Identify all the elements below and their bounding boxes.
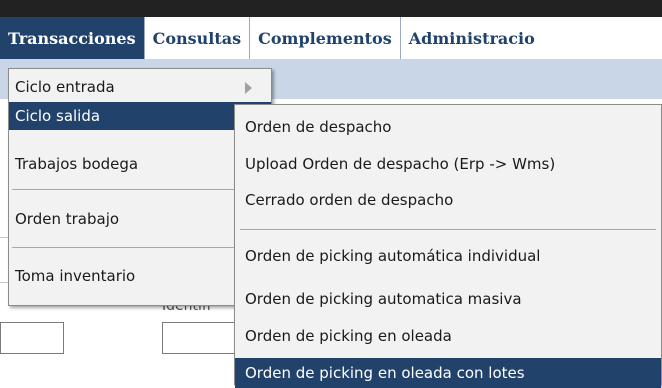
text-input[interactable] [0,322,64,354]
submenu-item-upload-orden-despacho[interactable]: Upload Orden de despacho (Erp -> Wms) [235,149,661,179]
menu-consultas[interactable]: Consultas [145,17,251,59]
menu-item-orden-trabajo[interactable]: Orden trabajo [9,205,271,233]
menu-item-ciclo-entrada[interactable]: Ciclo entrada [9,73,271,101]
submenu-item-orden-despacho[interactable]: Orden de despacho [235,112,661,142]
chevron-right-icon [245,82,252,94]
menu-transacciones[interactable]: Transacciones [0,17,145,59]
identification-input[interactable] [162,322,236,354]
menu-separator [12,247,266,248]
transacciones-dropdown: Ciclo entrada Ciclo salida Trabajos bode… [8,68,272,306]
menu-complementos[interactable]: Complementos [250,17,401,59]
menu-item-toma-inventario[interactable]: Toma inventario [9,262,271,290]
menu-administracion[interactable]: Administracio [401,17,543,59]
top-dark-bar [0,0,662,17]
menu-item-trabajos-bodega[interactable]: Trabajos bodega [9,150,271,178]
menu-item-ciclo-salida[interactable]: Ciclo salida [9,102,271,130]
main-menubar: Transacciones Consultas Complementos Adm… [0,17,662,59]
ciclo-salida-submenu: Orden de despacho Upload Orden de despac… [234,104,662,388]
submenu-item-picking-oleada[interactable]: Orden de picking en oleada [235,321,661,351]
submenu-item-picking-automatica-individual[interactable]: Orden de picking automática individual [235,241,661,271]
submenu-item-cerrado-orden-despacho[interactable]: Cerrado orden de despacho [235,185,661,215]
submenu-item-picking-oleada-lotes[interactable]: Orden de picking en oleada con lotes [235,358,661,388]
menu-item-label: Ciclo entrada [15,78,115,96]
submenu-item-picking-automatica-masiva[interactable]: Orden de picking automatica masiva [235,284,661,314]
menu-separator [240,229,656,230]
menu-separator [12,189,266,190]
